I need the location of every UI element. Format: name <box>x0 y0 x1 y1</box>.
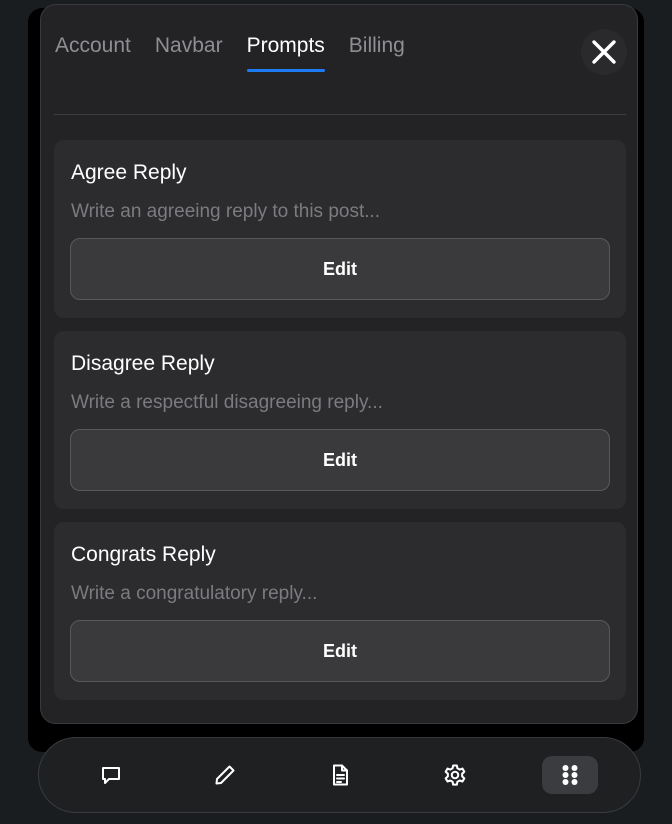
nav-button-pencil[interactable] <box>197 756 253 794</box>
prompt-description: Write an agreeing reply to this post... <box>71 201 381 222</box>
tab-bar: Account Navbar Prompts Billing <box>55 35 405 72</box>
edit-button-agree[interactable]: Edit <box>70 238 610 300</box>
close-icon <box>591 39 617 65</box>
edit-button-disagree[interactable]: Edit <box>70 429 610 491</box>
prompt-card-agree: Agree Reply Write an agreeing reply to t… <box>54 140 626 318</box>
message-icon <box>99 763 123 787</box>
tab-account[interactable]: Account <box>55 35 131 72</box>
tab-divider <box>54 114 626 115</box>
prompt-card-congrats: Congrats Reply Write a congratulatory re… <box>54 522 626 700</box>
nav-button-more[interactable] <box>542 756 598 794</box>
tab-navbar[interactable]: Navbar <box>155 35 223 72</box>
nav-button-document[interactable] <box>312 756 368 794</box>
settings-panel: Account Navbar Prompts Billing Agree Rep… <box>40 4 638 724</box>
tab-prompts[interactable]: Prompts <box>246 35 325 72</box>
prompt-description: Write a respectful disagreeing reply... <box>71 392 383 413</box>
prompt-title: Disagree Reply <box>71 352 215 375</box>
prompt-description: Write a congratulatory reply... <box>71 583 318 604</box>
nav-button-message[interactable] <box>83 756 139 794</box>
prompt-title: Agree Reply <box>71 161 187 184</box>
prompt-card-disagree: Disagree Reply Write a respectful disagr… <box>54 331 626 509</box>
tab-billing[interactable]: Billing <box>349 35 405 72</box>
prompt-title: Congrats Reply <box>71 543 216 566</box>
grid-dots-icon <box>560 764 580 786</box>
nav-button-settings[interactable] <box>427 756 483 794</box>
pencil-icon <box>213 763 237 787</box>
close-button[interactable] <box>581 29 627 75</box>
gear-icon <box>442 762 468 788</box>
bottom-nav-bar <box>38 737 641 813</box>
edit-button-congrats[interactable]: Edit <box>70 620 610 682</box>
document-icon <box>328 763 352 787</box>
